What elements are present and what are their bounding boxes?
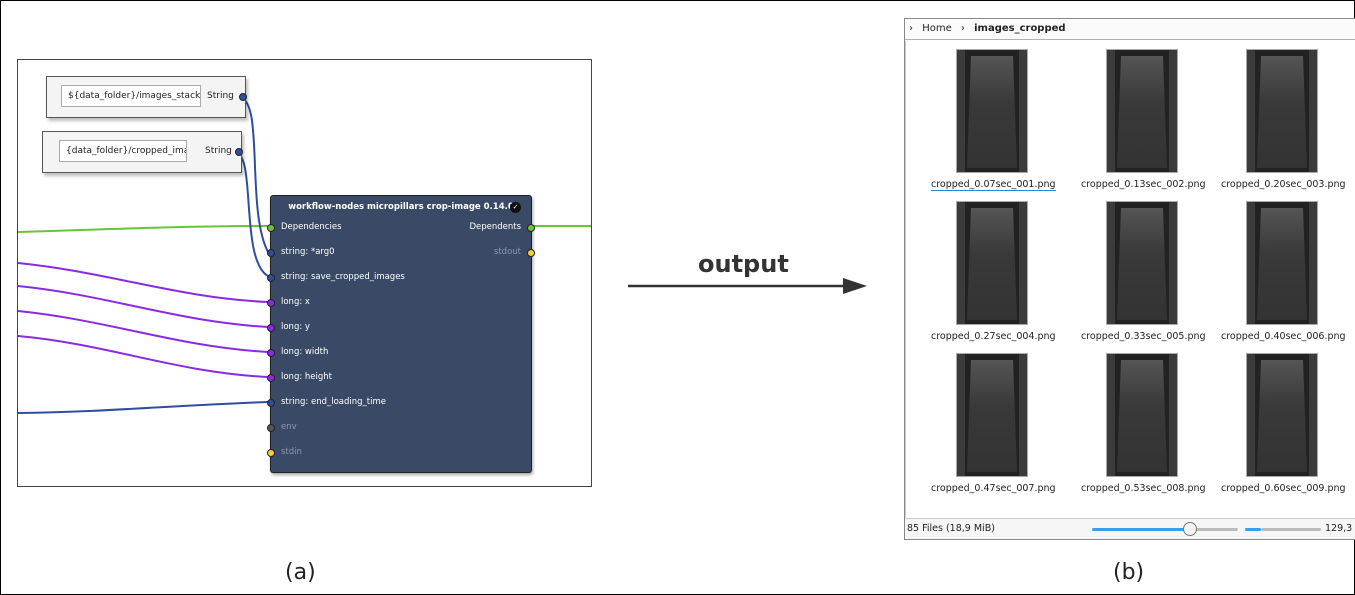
- wire-dependencies: [18, 225, 271, 233]
- input-label: string: *arg0: [281, 247, 335, 257]
- input-port[interactable]: [267, 399, 275, 407]
- input-label: string: save_cropped_images: [281, 272, 405, 282]
- output-label: Dependents: [469, 222, 521, 232]
- file-name[interactable]: cropped_0.53sec_008.png: [1081, 483, 1206, 494]
- wire-x: [18, 262, 269, 303]
- input-label: long: height: [281, 372, 333, 382]
- input-port[interactable]: [267, 299, 275, 307]
- arrow-icon: [628, 278, 867, 294]
- input-label: env: [281, 422, 297, 432]
- input-label: stdin: [281, 447, 302, 457]
- file-grid: cropped_0.07sec_001.png cropped_0.13sec_0…: [905, 41, 1355, 519]
- string-node-type: String: [207, 91, 234, 101]
- check-icon: ✓: [510, 202, 521, 213]
- preview-slider-track[interactable]: [1261, 528, 1321, 531]
- input-label: long: y: [281, 322, 310, 332]
- arrow-label: output: [698, 250, 789, 278]
- image-thumbnail[interactable]: [1246, 49, 1318, 173]
- chevron-right-icon: ›: [960, 23, 965, 34]
- image-thumbnail[interactable]: [956, 49, 1028, 173]
- image-thumbnail[interactable]: [956, 201, 1028, 325]
- file-name[interactable]: cropped_0.07sec_001.png: [931, 179, 1056, 191]
- input-port[interactable]: [267, 324, 275, 332]
- image-thumbnail[interactable]: [1246, 353, 1318, 477]
- file-name[interactable]: cropped_0.47sec_007.png: [931, 483, 1056, 494]
- file-name[interactable]: cropped_0.33sec_005.png: [1081, 331, 1206, 342]
- file-name[interactable]: cropped_0.40sec_006.png: [1221, 331, 1346, 342]
- output-port[interactable]: [235, 148, 243, 156]
- string-node-cropped-images[interactable]: {data_folder}/cropped_images String: [42, 131, 243, 173]
- input-port[interactable]: [267, 374, 275, 382]
- image-thumbnail[interactable]: [1246, 201, 1318, 325]
- string-node-type: String: [205, 146, 232, 156]
- image-thumbnail[interactable]: [1106, 201, 1178, 325]
- input-port[interactable]: [267, 349, 275, 357]
- wire-arg0: [239, 97, 269, 253]
- file-name[interactable]: cropped_0.27sec_004.png: [931, 331, 1056, 342]
- file-name[interactable]: cropped_0.20sec_003.png: [1221, 179, 1346, 190]
- wire-width: [18, 310, 269, 353]
- node-editor-canvas[interactable]: ${data_folder}/images_stack String {data…: [17, 59, 592, 487]
- zoom-slider-fill[interactable]: [1092, 528, 1188, 531]
- output-port[interactable]: [527, 249, 535, 257]
- file-count: 85 Files (18,9 MiB): [907, 523, 995, 534]
- input-label: Dependencies: [281, 222, 342, 232]
- preview-slider-fill[interactable]: [1245, 528, 1261, 531]
- file-name[interactable]: cropped_0.60sec_009.png: [1221, 483, 1346, 494]
- string-node-images-stack[interactable]: ${data_folder}/images_stack String: [46, 76, 247, 118]
- input-port[interactable]: [267, 249, 275, 257]
- file-manager: › Home › images_cropped cropped_0.07sec_…: [904, 18, 1355, 540]
- wire-height: [18, 335, 269, 378]
- node-title: workflow-nodes micropillars crop-image 0…: [288, 202, 514, 212]
- input-port[interactable]: [267, 274, 275, 282]
- image-thumbnail[interactable]: [956, 353, 1028, 477]
- wire-y: [18, 285, 269, 328]
- input-label: string: end_loading_time: [281, 397, 386, 407]
- breadcrumb-current[interactable]: images_cropped: [974, 19, 1065, 39]
- breadcrumb-home[interactable]: Home: [922, 19, 952, 39]
- file-name[interactable]: cropped_0.13sec_002.png: [1081, 179, 1206, 190]
- panel-b-caption: (b): [1113, 560, 1145, 585]
- image-thumbnail[interactable]: [1106, 353, 1178, 477]
- string-node-value[interactable]: {data_folder}/cropped_images: [59, 140, 187, 162]
- input-label: long: width: [281, 347, 329, 357]
- input-port[interactable]: [267, 224, 275, 232]
- crop-image-node[interactable]: workflow-nodes micropillars crop-image 0…: [267, 195, 535, 473]
- zoom-slider-knob[interactable]: [1183, 522, 1197, 536]
- output-port[interactable]: [527, 224, 535, 232]
- wire-end-loading-time: [18, 401, 269, 414]
- breadcrumb: › Home › images_cropped: [905, 19, 1355, 40]
- input-label: long: x: [281, 297, 310, 307]
- output-label: stdout: [493, 247, 521, 257]
- panel-a-caption: (a): [285, 560, 316, 585]
- output-port[interactable]: [239, 93, 247, 101]
- status-bar: 85 Files (18,9 MiB) 129,3: [905, 519, 1355, 539]
- chevron-right-icon: ›: [909, 23, 913, 34]
- input-port[interactable]: [267, 449, 275, 457]
- image-thumbnail[interactable]: [1106, 49, 1178, 173]
- zoom-value: 129,3: [1325, 523, 1353, 534]
- string-node-value[interactable]: ${data_folder}/images_stack: [61, 85, 201, 107]
- input-port[interactable]: [267, 424, 275, 432]
